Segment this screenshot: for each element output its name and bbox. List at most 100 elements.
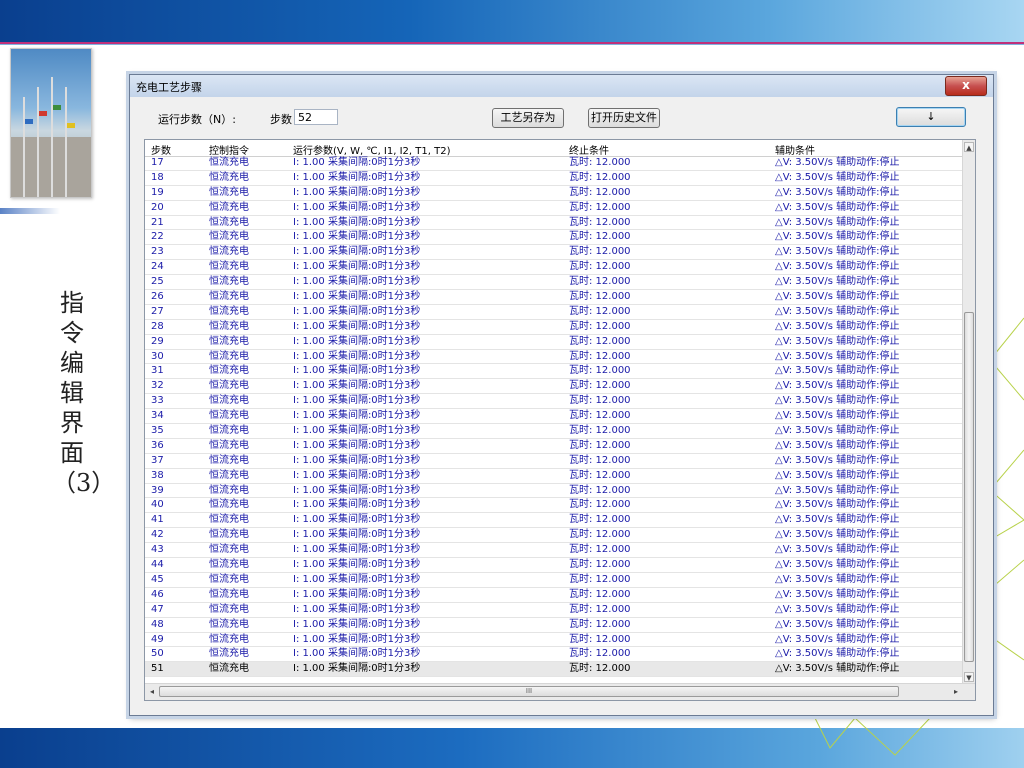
cell-command: 恒流充电 xyxy=(209,499,249,511)
cell-aux-condition: △V: 3.50V/s 辅助动作:停止 xyxy=(775,529,900,541)
cell-params: I: 1.00 采集间隔:0时1分3秒 xyxy=(293,201,421,213)
table-row[interactable]: 20 恒流充电 I: 1.00 采集间隔:0时1分3秒 瓦时: 12.000 △V: 3… xyxy=(145,201,963,216)
table-row[interactable]: 35 恒流充电 I: 1.00 采集间隔:0时1分3秒 瓦时: 12.000 △V: 3… xyxy=(145,424,963,439)
cell-step: 48 xyxy=(151,618,164,630)
table-row[interactable]: 22 恒流充电 I: 1.00 采集间隔:0时1分3秒 瓦时: 12.000 △V: 3… xyxy=(145,230,963,246)
cell-step: 29 xyxy=(151,335,164,347)
cell-command: 恒流充电 xyxy=(209,231,249,243)
table-row[interactable]: 36 恒流充电 I: 1.00 采集间隔:0时1分3秒 瓦时: 12.000 △V: 3… xyxy=(145,439,963,454)
table-row[interactable]: 30 恒流充电 I: 1.00 采集间隔:0时1分3秒 瓦时: 12.000 △V: 3… xyxy=(145,350,963,365)
table-row[interactable]: 41 恒流充电 I: 1.00 采集间隔:0时1分3秒 瓦时: 12.000 △V: 3… xyxy=(145,513,963,529)
table-row[interactable]: 28 恒流充电 I: 1.00 采集间隔:0时1分3秒 瓦时: 12.000 △V: 3… xyxy=(145,320,963,335)
table-row[interactable]: 43 恒流充电 I: 1.00 采集间隔:0时1分3秒 瓦时: 12.000 △V: 3… xyxy=(145,543,963,559)
header-stop-condition[interactable]: 终止条件 xyxy=(569,142,609,157)
cell-params: I: 1.00 采集间隔:0时1分3秒 xyxy=(293,246,421,258)
scroll-up-icon[interactable]: ▲ xyxy=(964,142,974,152)
header-params[interactable]: 运行参数(V, W, ℃, I1, I2, T1, T2) xyxy=(293,142,450,157)
cell-step: 24 xyxy=(151,261,164,273)
table-row[interactable]: 26 恒流充电 I: 1.00 采集间隔:0时1分3秒 瓦时: 12.000 △V: 3… xyxy=(145,290,963,305)
cell-command: 恒流充电 xyxy=(209,201,249,213)
cell-step: 42 xyxy=(151,529,164,541)
save-as-button[interactable]: 工艺另存为 xyxy=(492,108,564,128)
table-row[interactable]: 38 恒流充电 I: 1.00 采集间隔:0时1分3秒 瓦时: 12.000 △V: 3… xyxy=(145,469,963,484)
cell-aux-condition: △V: 3.50V/s 辅助动作:停止 xyxy=(775,573,900,585)
cell-step: 37 xyxy=(151,454,164,466)
cell-step: 21 xyxy=(151,216,164,228)
table-row[interactable]: 46 恒流充电 I: 1.00 采集间隔:0时1分3秒 瓦时: 12.000 △V: 3… xyxy=(145,588,963,603)
header-aux-condition[interactable]: 辅助条件 xyxy=(775,142,815,157)
table-row[interactable]: 32 恒流充电 I: 1.00 采集间隔:0时1分3秒 瓦时: 12.000 △V: 3… xyxy=(145,379,963,395)
table-row[interactable]: 44 恒流充电 I: 1.00 采集间隔:0时1分3秒 瓦时: 12.000 △V: 3… xyxy=(145,558,963,573)
cell-step: 22 xyxy=(151,231,164,243)
table-row[interactable]: 18 恒流充电 I: 1.00 采集间隔:0时1分3秒 瓦时: 12.000 △V: 3… xyxy=(145,171,963,186)
table-row[interactable]: 48 恒流充电 I: 1.00 采集间隔:0时1分3秒 瓦时: 12.000 △V: 3… xyxy=(145,618,963,633)
cell-params: I: 1.00 采集间隔:0时1分3秒 xyxy=(293,454,421,466)
header-command[interactable]: 控制指令 xyxy=(209,142,249,157)
cell-aux-condition: △V: 3.50V/s 辅助动作:停止 xyxy=(775,231,900,243)
cell-command: 恒流充电 xyxy=(209,439,249,451)
table-row[interactable]: 17 恒流充电 I: 1.00 采集间隔:0时1分3秒 瓦时: 12.000 △V: 3… xyxy=(145,156,963,171)
table-row[interactable]: 40 恒流充电 I: 1.00 采集间隔:0时1分3秒 瓦时: 12.000 △V: 3… xyxy=(145,498,963,514)
cell-params: I: 1.00 采集间隔:0时1分3秒 xyxy=(293,216,421,228)
cell-params: I: 1.00 采集间隔:0时1分3秒 xyxy=(293,305,421,317)
cell-step: 30 xyxy=(151,350,164,362)
cell-aux-condition: △V: 3.50V/s 辅助动作:停止 xyxy=(775,186,900,198)
cell-command: 恒流充电 xyxy=(209,320,249,332)
table-row[interactable]: 27 恒流充电 I: 1.00 采集间隔:0时1分3秒 瓦时: 12.000 △V: 3… xyxy=(145,305,963,320)
table-row[interactable]: 47 恒流充电 I: 1.00 采集间隔:0时1分3秒 瓦时: 12.000 △V: 3… xyxy=(145,603,963,618)
scroll-right-icon[interactable]: ▸ xyxy=(951,686,961,697)
cell-stop-condition: 瓦时: 12.000 xyxy=(569,559,631,571)
cell-aux-condition: △V: 3.50V/s 辅助动作:停止 xyxy=(775,633,900,645)
table-row[interactable]: 51 恒流充电 I: 1.00 采集间隔:0时1分3秒 瓦时: 12.000 △V: 3… xyxy=(145,662,963,678)
table-row[interactable]: 25 恒流充电 I: 1.00 采集间隔:0时1分3秒 瓦时: 12.000 △V: 3… xyxy=(145,275,963,291)
cell-params: I: 1.00 采集间隔:0时1分3秒 xyxy=(293,559,421,571)
table-row[interactable]: 50 恒流充电 I: 1.00 采集间隔:0时1分3秒 瓦时: 12.000 △V: 3… xyxy=(145,647,963,663)
table-row[interactable]: 24 恒流充电 I: 1.00 采集间隔:0时1分3秒 瓦时: 12.000 △V: 3… xyxy=(145,260,963,276)
cell-aux-condition: △V: 3.50V/s 辅助动作:停止 xyxy=(775,484,900,496)
window-titlebar[interactable]: 充电工艺步骤 x xyxy=(130,75,993,97)
scroll-left-icon[interactable]: ◂ xyxy=(147,686,157,697)
window-title: 充电工艺步骤 xyxy=(136,81,202,94)
close-button[interactable]: x xyxy=(945,76,987,96)
cell-command: 恒流充电 xyxy=(209,186,249,198)
steps-input[interactable]: 52 xyxy=(294,109,338,125)
cell-command: 恒流充电 xyxy=(209,171,249,183)
cell-step: 45 xyxy=(151,573,164,585)
vertical-scrollbar[interactable]: ▲ ▼ xyxy=(962,140,975,684)
table-row[interactable]: 19 恒流充电 I: 1.00 采集间隔:0时1分3秒 瓦时: 12.000 △V: 3… xyxy=(145,186,963,201)
table-row[interactable]: 21 恒流充电 I: 1.00 采集间隔:0时1分3秒 瓦时: 12.000 △V: 3… xyxy=(145,216,963,231)
cell-aux-condition: △V: 3.50V/s 辅助动作:停止 xyxy=(775,365,900,377)
scroll-down-icon[interactable]: ▼ xyxy=(964,672,974,682)
open-history-button[interactable]: 打开历史文件 xyxy=(588,108,660,128)
move-down-button[interactable]: ↓ xyxy=(896,107,966,127)
table-row[interactable]: 34 恒流充电 I: 1.00 采集间隔:0时1分3秒 瓦时: 12.000 △V: 3… xyxy=(145,409,963,425)
horizontal-scroll-thumb[interactable]: III xyxy=(159,686,899,697)
cell-stop-condition: 瓦时: 12.000 xyxy=(569,171,631,183)
cell-stop-condition: 瓦时: 12.000 xyxy=(569,544,631,556)
cell-step: 43 xyxy=(151,544,164,556)
cell-aux-condition: △V: 3.50V/s 辅助动作:停止 xyxy=(775,216,900,228)
cell-stop-condition: 瓦时: 12.000 xyxy=(569,514,631,526)
cell-stop-condition: 瓦时: 12.000 xyxy=(569,335,631,347)
steps-table[interactable]: 步数 控制指令 运行参数(V, W, ℃, I1, I2, T1, T2) 终止… xyxy=(144,139,976,701)
table-row[interactable]: 49 恒流充电 I: 1.00 采集间隔:0时1分3秒 瓦时: 12.000 △V: 3… xyxy=(145,633,963,648)
table-row[interactable]: 29 恒流充电 I: 1.00 采集间隔:0时1分3秒 瓦时: 12.000 △V: 3… xyxy=(145,335,963,350)
table-row[interactable]: 39 恒流充电 I: 1.00 采集间隔:0时1分3秒 瓦时: 12.000 △V: 3… xyxy=(145,484,963,499)
header-step[interactable]: 步数 xyxy=(151,142,171,157)
horizontal-scrollbar[interactable]: ◂ III ▸ xyxy=(145,683,975,700)
table-row[interactable]: 23 恒流充电 I: 1.00 采集间隔:0时1分3秒 瓦时: 12.000 △V: 3… xyxy=(145,245,963,261)
vertical-scroll-thumb[interactable] xyxy=(964,312,974,662)
table-row[interactable]: 31 恒流充电 I: 1.00 采集间隔:0时1分3秒 瓦时: 12.000 △V: 3… xyxy=(145,364,963,380)
table-row[interactable]: 45 恒流充电 I: 1.00 采集间隔:0时1分3秒 瓦时: 12.000 △V: 3… xyxy=(145,573,963,588)
table-row[interactable]: 42 恒流充电 I: 1.00 采集间隔:0时1分3秒 瓦时: 12.000 △V: 3… xyxy=(145,528,963,544)
table-row[interactable]: 37 恒流充电 I: 1.00 采集间隔:0时1分3秒 瓦时: 12.000 △V: 3… xyxy=(145,454,963,469)
cell-stop-condition: 瓦时: 12.000 xyxy=(569,305,631,317)
cell-stop-condition: 瓦时: 12.000 xyxy=(569,186,631,198)
cell-params: I: 1.00 采集间隔:0时1分3秒 xyxy=(293,291,421,303)
cell-aux-condition: △V: 3.50V/s 辅助动作:停止 xyxy=(775,648,900,660)
cell-command: 恒流充电 xyxy=(209,380,249,392)
cell-stop-condition: 瓦时: 12.000 xyxy=(569,276,631,288)
cell-command: 恒流充电 xyxy=(209,276,249,288)
table-row[interactable]: 33 恒流充电 I: 1.00 采集间隔:0时1分3秒 瓦时: 12.000 △V: 3… xyxy=(145,394,963,410)
cell-aux-condition: △V: 3.50V/s 辅助动作:停止 xyxy=(775,439,900,451)
